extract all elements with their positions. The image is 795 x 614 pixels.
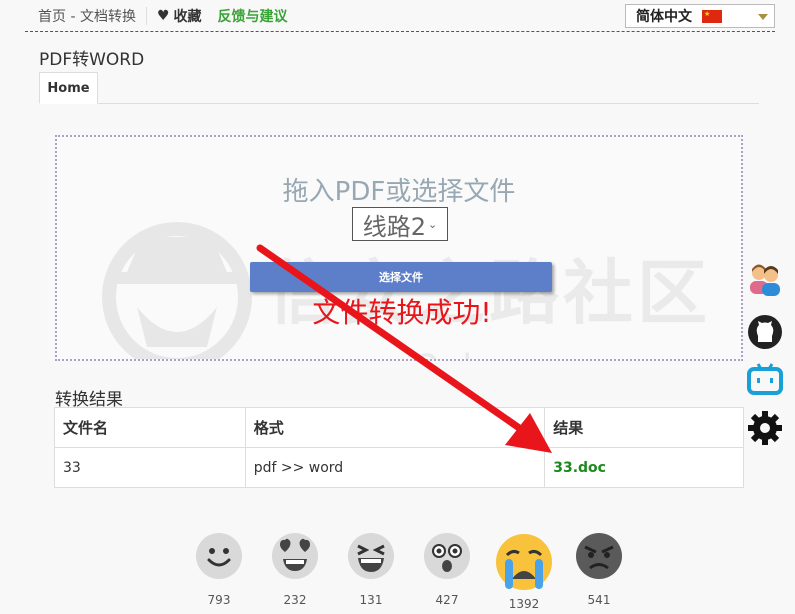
drop-prompt: 拖入PDF或选择文件 xyxy=(282,177,516,207)
bilibili-icon[interactable] xyxy=(745,359,785,399)
reaction-count: 232 xyxy=(283,593,307,607)
breadcrumb[interactable]: 首页 - 文档转换 xyxy=(38,6,136,26)
cell-format: pdf >> word xyxy=(244,447,546,488)
file-dropzone[interactable]: 信安之路社区 www.i2zh.com 拖入PDF或选择文件 线路2 ⌄ 选择文… xyxy=(55,135,743,361)
success-message: 文件转换成功! xyxy=(312,296,492,329)
choose-file-button[interactable]: 选择文件 xyxy=(250,262,552,292)
header-filename: 文件名 xyxy=(54,407,246,448)
cell-filename: 33 xyxy=(54,447,246,488)
china-flag-icon xyxy=(702,9,722,23)
language-label: 简体中文 xyxy=(636,9,692,25)
reaction-count: 427 xyxy=(435,593,459,607)
heart-eyes-emoji-icon xyxy=(272,533,318,579)
watermark-logo-icon xyxy=(102,222,252,359)
users-icon[interactable] xyxy=(745,260,785,300)
github-icon[interactable] xyxy=(745,312,785,352)
reaction-shocked[interactable]: 427 xyxy=(423,533,471,607)
header-format: 格式 xyxy=(244,407,546,448)
reaction-count: 793 xyxy=(207,593,231,607)
results-table: 文件名 格式 结果 33 pdf >> word 33.doc xyxy=(54,407,744,488)
table-header-row: 文件名 格式 结果 xyxy=(54,407,744,448)
reaction-heart-eyes[interactable]: 232 xyxy=(271,533,319,607)
gear-icon[interactable] xyxy=(745,408,785,448)
angry-emoji-icon xyxy=(576,533,622,579)
feedback-link[interactable]: 反馈与建议 xyxy=(218,6,288,26)
smile-emoji-icon xyxy=(196,533,242,579)
shocked-emoji-icon xyxy=(424,533,470,579)
chevron-down-icon xyxy=(758,14,768,20)
laughing-emoji-icon xyxy=(348,533,394,579)
favorite-button[interactable]: ♥ 收藏 xyxy=(157,6,202,26)
download-doc-link[interactable]: 33.doc xyxy=(553,460,606,476)
reaction-count: 1392 xyxy=(508,597,540,611)
reaction-laughing[interactable]: 131 xyxy=(347,533,395,607)
route-select[interactable]: 线路2 ⌄ xyxy=(352,207,448,241)
crying-emoji-icon xyxy=(496,534,552,590)
divider xyxy=(145,6,147,25)
header-result: 结果 xyxy=(544,407,744,448)
reaction-angry[interactable]: 541 xyxy=(575,533,623,607)
chevron-down-icon: ⌄ xyxy=(428,217,438,231)
heart-icon: ♥ xyxy=(156,7,170,24)
reaction-bar: 793 232 131 427 1392 541 xyxy=(193,533,633,613)
language-select[interactable]: 简体中文 xyxy=(625,4,775,28)
page-title: PDF转WORD xyxy=(39,50,145,70)
reaction-count: 541 xyxy=(587,593,611,607)
reaction-count: 131 xyxy=(359,593,383,607)
reaction-crying[interactable]: 1392 xyxy=(495,533,553,611)
watermark-url: www.i2zh.com xyxy=(297,347,585,359)
tab-home[interactable]: Home xyxy=(39,72,98,104)
route-value: 线路2 xyxy=(362,212,427,241)
reaction-smile[interactable]: 793 xyxy=(195,533,243,607)
tab-bar: Home xyxy=(39,72,759,104)
table-row: 33 pdf >> word 33.doc xyxy=(54,447,744,488)
favorite-label: 收藏 xyxy=(173,8,202,25)
